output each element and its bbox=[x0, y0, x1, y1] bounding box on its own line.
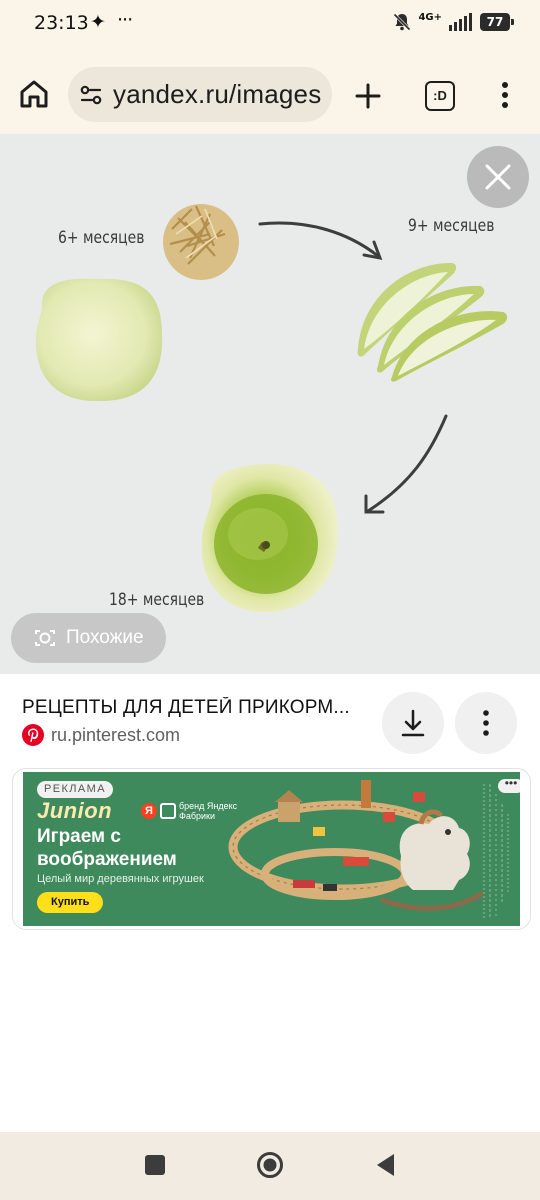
yandex-logo-icon: Я bbox=[141, 803, 157, 819]
ad-headline: Играем с воображением bbox=[37, 826, 177, 870]
wooden-toys-image bbox=[228, 780, 483, 911]
grated-apple bbox=[163, 204, 239, 280]
apple-slices bbox=[357, 262, 508, 382]
apple-stages-photo bbox=[35, 204, 508, 613]
home-circle-icon[interactable] bbox=[256, 1151, 284, 1179]
ad-banner[interactable]: РЕКЛАМА Junion Я бренд Яндекс Фабрики Иг… bbox=[23, 772, 520, 926]
camera-search-icon bbox=[35, 630, 55, 646]
ad-subtitle: Целый мир деревянных игрушек bbox=[37, 873, 204, 885]
close-icon[interactable] bbox=[467, 146, 529, 208]
fabrika-icon bbox=[160, 803, 176, 819]
label-6-months: 6+ месяцев bbox=[58, 228, 145, 248]
tabs-icon[interactable]: :D bbox=[425, 81, 455, 111]
overflow-menu-icon[interactable] bbox=[493, 80, 517, 110]
more-vertical-icon[interactable] bbox=[455, 692, 517, 754]
result-source[interactable]: ru.pinterest.com bbox=[22, 724, 180, 746]
network-type: 4G+ bbox=[418, 12, 442, 23]
label-18-months: 18+ месяцев bbox=[109, 590, 205, 610]
recent-apps-icon[interactable] bbox=[145, 1155, 165, 1175]
system-nav-bar bbox=[0, 1132, 540, 1200]
url-text[interactable]: yandex.ru/images bbox=[113, 79, 321, 110]
ad-label: РЕКЛАМА bbox=[37, 781, 113, 798]
label-9-months: 9+ месяцев bbox=[408, 216, 495, 236]
site-settings-icon[interactable] bbox=[78, 82, 104, 108]
ad-brand-logo: Junion bbox=[37, 798, 113, 823]
similar-button[interactable]: Похожие bbox=[11, 613, 166, 663]
pinterest-icon bbox=[22, 724, 44, 746]
back-icon[interactable] bbox=[374, 1152, 396, 1178]
more-notifications-icon: ··· bbox=[117, 9, 133, 31]
status-bar: 23:13 ✦ ··· 4G+ 77 bbox=[0, 0, 540, 46]
result-title[interactable]: РЕЦЕПТЫ ДЛЯ ДЕТЕЙ ПРИКОРМ... bbox=[22, 697, 362, 719]
status-indicators: 4G+ 77 bbox=[392, 10, 514, 34]
ad-disclaimer bbox=[483, 784, 509, 919]
peeled-apple bbox=[35, 278, 163, 402]
address-bar[interactable]: yandex.ru/images bbox=[68, 67, 332, 122]
ad-buy-button[interactable]: Купить bbox=[37, 892, 104, 913]
similar-label: Похожие bbox=[66, 627, 144, 648]
sparkle-icon: ✦ bbox=[90, 11, 106, 33]
ad-options-icon[interactable]: ••• bbox=[498, 777, 520, 793]
signal-icon bbox=[449, 13, 472, 31]
download-icon[interactable] bbox=[382, 692, 444, 754]
browser-toolbar: yandex.ru/images :D bbox=[0, 46, 540, 134]
image-viewer[interactable]: 6+ месяцев 9+ месяцев 18+ месяцев Похожи… bbox=[0, 134, 540, 674]
status-time: 23:13 bbox=[34, 12, 89, 34]
battery-icon: 77 bbox=[480, 13, 514, 31]
home-icon[interactable] bbox=[14, 74, 54, 114]
mute-icon bbox=[393, 12, 412, 32]
whole-apple bbox=[201, 464, 339, 613]
ad-card[interactable]: РЕКЛАМА Junion Я бренд Яндекс Фабрики Иг… bbox=[12, 768, 531, 930]
plus-icon[interactable] bbox=[348, 76, 388, 116]
source-domain[interactable]: ru.pinterest.com bbox=[51, 725, 180, 746]
